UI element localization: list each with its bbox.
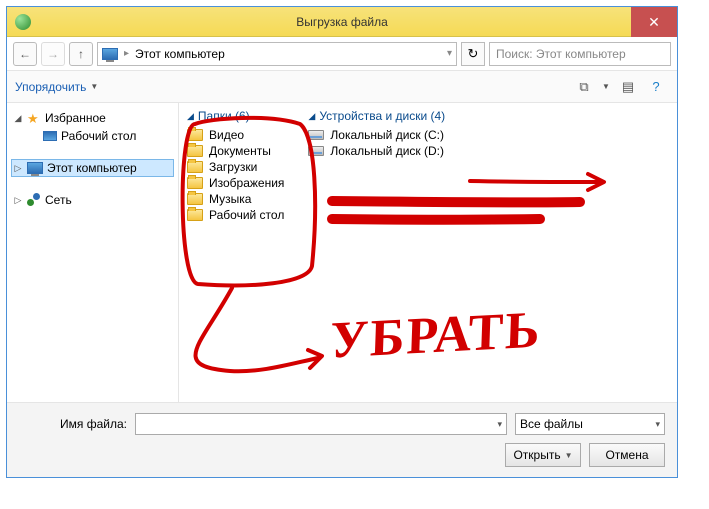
chevron-down-icon[interactable]: ▾ xyxy=(497,419,502,430)
group-header-label: Папки (6) xyxy=(198,109,250,123)
folders-group-header[interactable]: ◢ Папки (6) xyxy=(187,107,284,127)
organize-label: Упорядочить xyxy=(15,80,86,94)
folder-icon xyxy=(187,161,203,173)
devices-group-header[interactable]: ◢ Устройства и диски (4) xyxy=(308,107,445,127)
folder-icon xyxy=(187,193,203,205)
view-details-button[interactable]: ▤ xyxy=(615,76,641,98)
open-button[interactable]: Открыть ▼ xyxy=(505,443,581,467)
folder-icon xyxy=(187,209,203,221)
folder-icon xyxy=(187,145,203,157)
view-dropdown-button[interactable]: ▼ xyxy=(599,76,613,98)
folder-label: Видео xyxy=(209,128,244,142)
split-drop-icon[interactable]: ▼ xyxy=(565,451,573,460)
folder-label: Загрузки xyxy=(209,160,257,174)
toolbar: Упорядочить ▼ ⧉ ▼ ▤ ? xyxy=(7,71,677,103)
chevron-down-icon: ▼ xyxy=(90,82,98,91)
file-dialog-window: Выгрузка файла ✕ ← → ↑ ▸ Этот компьютер … xyxy=(6,6,678,478)
folder-icon xyxy=(187,177,203,189)
refresh-button[interactable]: ↻ xyxy=(461,42,485,66)
twisty-icon[interactable]: ▷ xyxy=(13,195,23,206)
drive-label: Локальный диск (C:) xyxy=(330,128,444,142)
filename-input[interactable]: ▾ xyxy=(135,413,507,435)
drive-item[interactable]: Локальный диск (D:) xyxy=(308,143,445,159)
disk-icon xyxy=(308,146,324,156)
computer-icon xyxy=(102,48,118,60)
folder-label: Изображения xyxy=(209,176,284,190)
cancel-label: Отмена xyxy=(605,448,648,462)
folder-label: Рабочий стол xyxy=(209,208,284,222)
open-label: Открыть xyxy=(513,448,560,462)
devices-column: ◢ Устройства и диски (4) Локальный диск … xyxy=(308,107,445,419)
dialog-body: ◢ ★ Избранное Рабочий стол ▷ Этот компью… xyxy=(7,103,677,423)
folder-item[interactable]: Музыка xyxy=(187,191,284,207)
network-icon xyxy=(27,193,41,207)
cancel-button[interactable]: Отмена xyxy=(589,443,665,467)
window-title: Выгрузка файла xyxy=(296,15,388,29)
folder-item[interactable]: Видео xyxy=(187,127,284,143)
tiles-icon: ⧉ xyxy=(579,79,588,95)
address-dropdown[interactable]: ▾ xyxy=(447,48,452,59)
computer-icon xyxy=(27,162,43,174)
help-icon: ? xyxy=(652,79,659,94)
back-button[interactable]: ← xyxy=(13,42,37,66)
tree-label: Рабочий стол xyxy=(61,129,136,143)
details-icon: ▤ xyxy=(622,79,634,95)
twisty-icon[interactable]: ▷ xyxy=(13,163,23,174)
tree-this-pc[interactable]: ▷ Этот компьютер xyxy=(11,159,174,177)
search-input[interactable]: Поиск: Этот компьютер xyxy=(489,42,671,66)
search-placeholder: Поиск: Этот компьютер xyxy=(496,47,626,61)
forward-icon: → xyxy=(47,47,59,61)
chevron-down-icon[interactable]: ▾ xyxy=(655,419,660,430)
tree-network[interactable]: ▷ Сеть xyxy=(11,191,174,209)
dialog-footer: Имя файла: ▾ Все файлы ▾ Открыть ▼ Отмен… xyxy=(7,402,677,477)
back-icon: ← xyxy=(19,47,31,61)
chevron-down-icon: ▼ xyxy=(602,82,610,91)
tree-label: Этот компьютер xyxy=(47,161,137,175)
twisty-icon[interactable]: ◢ xyxy=(187,111,194,122)
folders-column: ◢ Папки (6) Видео Документы Загрузки Изобра… xyxy=(187,107,284,419)
twisty-icon[interactable]: ◢ xyxy=(13,113,23,124)
folder-item[interactable]: Изображения xyxy=(187,175,284,191)
tree-label: Сеть xyxy=(45,193,72,207)
navigation-bar: ← → ↑ ▸ Этот компьютер ▾ ↻ Поиск: Этот к… xyxy=(7,37,677,71)
view-tiles-button[interactable]: ⧉ xyxy=(571,76,597,98)
disk-icon xyxy=(308,130,324,140)
drive-label: Локальный диск (D:) xyxy=(330,144,444,158)
close-icon: ✕ xyxy=(648,14,660,31)
organize-button[interactable]: Упорядочить ▼ xyxy=(15,80,98,94)
folder-label: Документы xyxy=(209,144,271,158)
tree-desktop[interactable]: Рабочий стол xyxy=(27,127,174,145)
folder-item[interactable]: Документы xyxy=(187,143,284,159)
close-button[interactable]: ✕ xyxy=(631,7,677,37)
address-bar[interactable]: ▸ Этот компьютер ▾ xyxy=(97,42,457,66)
folder-item[interactable]: Рабочий стол xyxy=(187,207,284,223)
filetype-select[interactable]: Все файлы ▾ xyxy=(515,413,665,435)
desktop-icon xyxy=(43,131,57,141)
breadcrumb-separator: ▸ xyxy=(124,48,129,59)
up-button[interactable]: ↑ xyxy=(69,42,93,66)
drive-item[interactable]: Локальный диск (C:) xyxy=(308,127,445,143)
tree-label: Избранное xyxy=(45,111,106,125)
group-header-label: Устройства и диски (4) xyxy=(319,109,445,123)
refresh-icon: ↻ xyxy=(468,46,479,62)
breadcrumb-location[interactable]: Этот компьютер xyxy=(135,47,225,61)
filetype-value: Все файлы xyxy=(520,417,583,431)
twisty-icon[interactable]: ◢ xyxy=(308,111,315,122)
up-icon: ↑ xyxy=(78,47,84,61)
filename-label: Имя файла: xyxy=(19,417,127,431)
tree-favorites[interactable]: ◢ ★ Избранное xyxy=(11,109,174,127)
titlebar[interactable]: Выгрузка файла ✕ xyxy=(7,7,677,37)
folder-item[interactable]: Загрузки xyxy=(187,159,284,175)
folder-icon xyxy=(187,129,203,141)
annotation-text: УБРАТЬ xyxy=(329,300,542,370)
app-icon xyxy=(15,14,31,30)
folder-label: Музыка xyxy=(209,192,251,206)
star-icon: ★ xyxy=(27,111,41,125)
navigation-tree: ◢ ★ Избранное Рабочий стол ▷ Этот компью… xyxy=(7,103,179,423)
content-pane[interactable]: ◢ Папки (6) Видео Документы Загрузки Изобра… xyxy=(179,103,677,423)
forward-button[interactable]: → xyxy=(41,42,65,66)
help-button[interactable]: ? xyxy=(643,76,669,98)
